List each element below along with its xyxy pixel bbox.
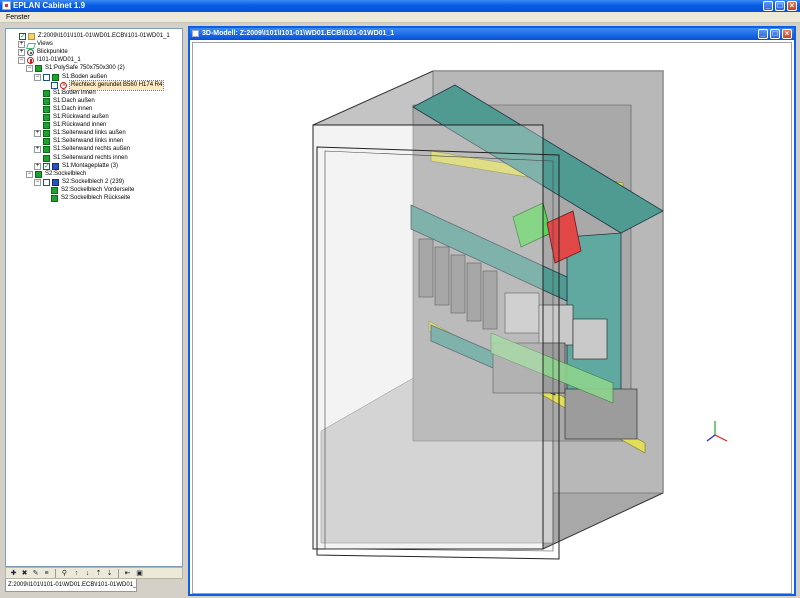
collapse-node-icon[interactable]: − bbox=[26, 65, 33, 73]
eplan-app-icon bbox=[2, 1, 11, 10]
green-node-icon bbox=[43, 89, 50, 97]
app-titlebar: EPLAN Cabinet 1.9 _ □ × bbox=[0, 0, 800, 12]
green-node-icon bbox=[43, 130, 50, 138]
visibility-checkbox[interactable] bbox=[43, 162, 50, 171]
expand-icon[interactable]: + bbox=[34, 130, 41, 138]
green-node-icon bbox=[35, 170, 42, 178]
green-node-icon bbox=[51, 195, 58, 202]
expand-icon[interactable]: + bbox=[34, 146, 41, 154]
sub-minimize-button[interactable]: _ bbox=[758, 29, 768, 39]
minimize-button[interactable]: _ bbox=[763, 1, 773, 11]
visibility-checkbox[interactable] bbox=[43, 73, 50, 81]
toolbar-divider bbox=[118, 569, 119, 578]
maximize-button[interactable]: □ bbox=[775, 1, 785, 11]
visibility-checkbox[interactable] bbox=[51, 81, 58, 89]
menu-fenster[interactable]: Fenster bbox=[6, 13, 30, 22]
red-node-icon bbox=[27, 57, 34, 65]
3d-window-icon bbox=[192, 30, 199, 37]
document-tab[interactable]: Z:2009\I101\I101-01\WD01.ECB\I101-01WD01… bbox=[5, 579, 137, 592]
axis-indicator bbox=[706, 421, 728, 442]
green-node-icon bbox=[43, 154, 50, 162]
expand-icon[interactable]: + bbox=[34, 162, 41, 170]
app-title: EPLAN Cabinet 1.9 bbox=[13, 1, 86, 10]
edit-icon[interactable]: ✎ bbox=[31, 569, 40, 578]
redcross-node-icon bbox=[60, 81, 67, 90]
cabinet-front-face bbox=[312, 124, 544, 550]
tree-row-label: Z:2009\I101\I101-01\WD01.ECB\I101-01WD01… bbox=[38, 33, 170, 39]
cabinet-3d-model bbox=[312, 70, 728, 560]
collapse-node-icon[interactable]: − bbox=[26, 170, 33, 178]
green-node-icon bbox=[43, 114, 50, 121]
axis-z bbox=[706, 434, 716, 442]
find-icon[interactable]: ⚲ bbox=[60, 569, 69, 578]
green-node-icon bbox=[52, 73, 59, 81]
green-node-icon bbox=[43, 97, 50, 105]
axis-x bbox=[714, 434, 728, 442]
tree-toolbar: ✚ ✖ ✎ ≡ ⚲ ↑ ↓ ⇡ ⇣ ⇤ ▣ bbox=[5, 567, 183, 579]
green-node-icon bbox=[51, 186, 58, 194]
project-tree-panel[interactable]: Z:2009\I101\I101-01\WD01.ECB\I101-01WD01… bbox=[5, 28, 183, 567]
expand-icon[interactable]: + bbox=[18, 49, 25, 57]
eye-node-icon bbox=[27, 49, 34, 57]
green-node-icon bbox=[43, 105, 50, 113]
arrow-up-icon[interactable]: ↑ bbox=[72, 569, 81, 578]
collapse-icon[interactable]: ⇤ bbox=[123, 569, 132, 578]
3d-model-titlebar: 3D-Modell: Z:2009\I101\I101-01\WD01.ECB\… bbox=[190, 28, 794, 40]
visibility-checkbox[interactable] bbox=[43, 178, 50, 186]
move-down-icon[interactable]: ⇣ bbox=[105, 569, 114, 578]
close-button[interactable]: × bbox=[787, 1, 797, 11]
blue-node-icon bbox=[52, 178, 59, 186]
visibility-checkbox[interactable] bbox=[19, 32, 26, 41]
toolbar-divider bbox=[55, 569, 56, 578]
3d-model-title: 3D-Modell: Z:2009\I101\I101-01\WD01.ECB\… bbox=[202, 30, 395, 37]
collapse-node-icon[interactable]: − bbox=[34, 73, 41, 81]
layer-icon[interactable]: ≡ bbox=[42, 569, 51, 578]
remove-icon[interactable]: ✖ bbox=[20, 569, 29, 578]
collapse-node-icon[interactable]: − bbox=[18, 57, 25, 65]
menu-bar: Fenster bbox=[0, 12, 800, 23]
views-node-icon bbox=[27, 41, 34, 48]
green-node-icon bbox=[35, 65, 42, 73]
green-node-icon bbox=[43, 138, 50, 146]
move-up-icon[interactable]: ⇡ bbox=[94, 569, 103, 578]
arrow-down-icon[interactable]: ↓ bbox=[83, 569, 92, 578]
sub-close-button[interactable]: × bbox=[782, 29, 792, 39]
3d-model-window: 3D-Modell: Z:2009\I101\I101-01\WD01.ECB\… bbox=[188, 26, 796, 596]
green-node-icon bbox=[43, 122, 50, 130]
view-icon[interactable]: ▣ bbox=[135, 569, 144, 578]
tree-row-label: S2:Sockelblech Rückseite bbox=[61, 195, 131, 201]
expand-icon[interactable]: + bbox=[18, 41, 25, 49]
blue-node-icon bbox=[52, 162, 59, 170]
add-icon[interactable]: ✚ bbox=[9, 569, 18, 578]
3d-viewport[interactable] bbox=[192, 42, 792, 594]
collapse-node-icon[interactable]: − bbox=[34, 178, 41, 186]
sub-maximize-button[interactable]: □ bbox=[770, 29, 780, 39]
green-node-icon bbox=[43, 146, 50, 154]
project-node-icon bbox=[28, 33, 35, 40]
